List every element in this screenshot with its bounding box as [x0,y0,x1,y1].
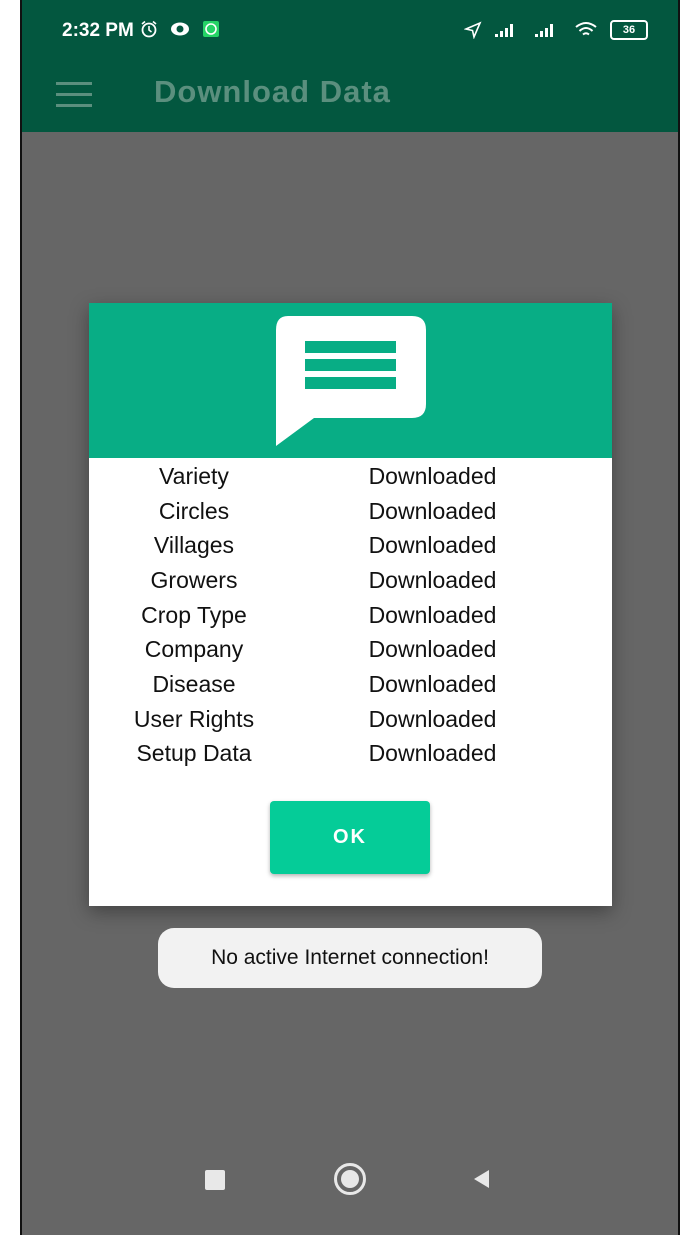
item-status: Downloaded [368,601,497,628]
item-name: Variety [159,462,229,489]
item-status: Downloaded [368,636,497,663]
page-title: Download Data [154,74,391,109]
download-list: Variety Downloaded Circles Downloaded Vi… [89,459,612,771]
list-item: Crop Type Downloaded [89,598,612,633]
item-status: Downloaded [368,462,497,489]
signal-icon [535,24,553,37]
alarm-icon [141,20,157,38]
item-name: Setup Data [136,740,252,767]
item-name: Disease [152,670,236,697]
download-status-dialog: Variety Downloaded Circles Downloaded Vi… [89,303,612,906]
eye-icon [171,22,189,36]
item-status: Downloaded [368,670,497,697]
message-icon [276,316,426,446]
ok-button[interactable]: OK [270,801,430,874]
phone-screen: 2:32 PM 36 Download Data Variety Downloa… [20,0,680,1235]
status-bar: 2:32 PM 36 [22,0,678,60]
dialog-header [89,303,612,458]
item-status: Downloaded [368,740,497,767]
wifi-icon [575,22,597,36]
hamburger-menu-icon[interactable] [56,82,92,108]
list-item: Company Downloaded [89,632,612,667]
item-status: Downloaded [368,497,497,524]
item-status: Downloaded [368,705,497,732]
recents-button[interactable] [205,1170,225,1190]
home-button[interactable] [334,1163,366,1195]
list-item: User Rights Downloaded [89,702,612,737]
item-status: Downloaded [368,566,497,593]
list-item: Growers Downloaded [89,563,612,598]
list-item: Villages Downloaded [89,528,612,563]
battery-icon: 36 [610,20,648,40]
item-name: Crop Type [141,601,247,628]
toast-message: No active Internet connection! [158,928,542,988]
location-arrow-icon [464,21,482,39]
whatsapp-icon [203,21,219,37]
list-item: Disease Downloaded [89,667,612,702]
list-item: Circles Downloaded [89,494,612,529]
item-name: Growers [150,566,238,593]
signal-icon [495,24,513,37]
list-item: Setup Data Downloaded [89,737,612,772]
list-item: Variety Downloaded [89,459,612,494]
system-nav-bar [22,1145,678,1235]
item-name: Circles [158,497,230,524]
status-time: 2:32 PM [62,20,134,41]
app-bar: Download Data [22,60,678,132]
item-name: Villages [153,532,235,559]
item-name: Company [144,636,244,663]
item-name: User Rights [133,705,255,732]
back-button[interactable] [472,1169,490,1189]
item-status: Downloaded [368,532,497,559]
